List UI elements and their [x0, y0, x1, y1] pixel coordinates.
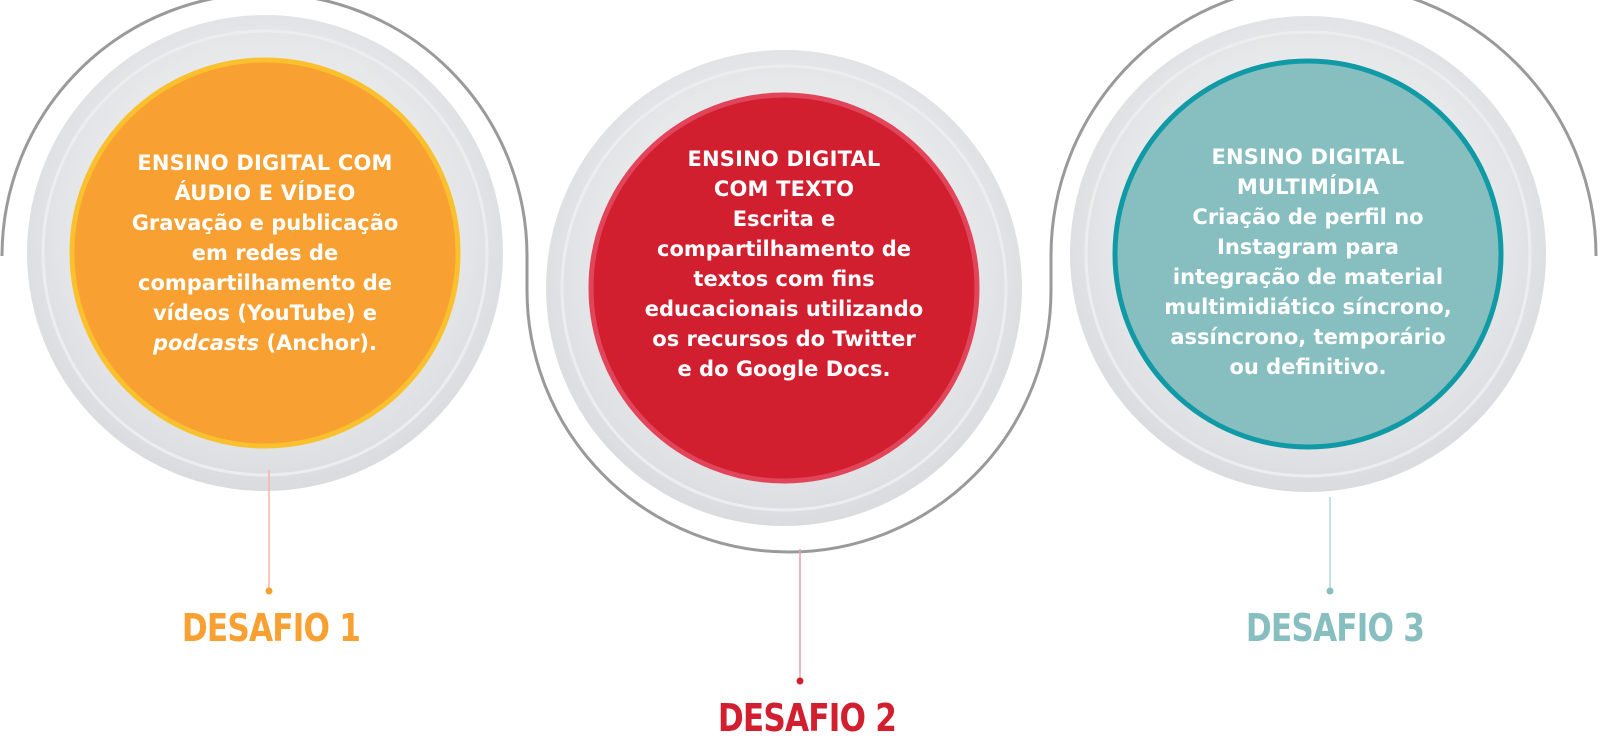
heading-line-2: MULTIMÍDIA	[1236, 175, 1380, 199]
body-line-last: podcasts (Anchor).	[153, 328, 377, 358]
body-line: assíncrono, temporário	[1170, 325, 1446, 349]
circle-text-desafio-2: ENSINO DIGITAL COM TEXTO Escrita e compa…	[614, 140, 954, 444]
body-line: Gravação e publicação	[131, 211, 399, 235]
body-line: textos com fins	[693, 267, 875, 291]
heading-line-1: ENSINO DIGITAL	[1211, 145, 1405, 169]
body-line: Instagram para	[1217, 235, 1399, 259]
body-line: em redes de	[191, 241, 339, 265]
label-desafio-3: DESAFIO 3	[1245, 606, 1425, 650]
body-line: integração de material	[1172, 265, 1444, 289]
anchor-text: (Anchor).	[259, 331, 378, 355]
connector-dot-2	[796, 677, 804, 685]
label-desafio-2: DESAFIO 2	[717, 696, 897, 740]
body-line: vídeos (YouTube) e	[152, 301, 378, 325]
heading-line-2: ÁUDIO E VÍDEO	[174, 181, 356, 205]
podcasts-italic: podcasts	[152, 331, 260, 355]
heading-line-2: COM TEXTO	[713, 177, 855, 201]
circle-text-desafio-3: ENSINO DIGITAL MULTIMÍDIA Criação de per…	[1138, 140, 1478, 442]
body-line: multimidiático síncrono,	[1164, 295, 1452, 319]
label-desafio-1: DESAFIO 1	[181, 606, 361, 650]
body-line: Criação de perfil no	[1192, 205, 1424, 229]
body-line: os recursos do Twitter	[652, 327, 916, 351]
body-line: ou definitivo.	[1229, 355, 1387, 379]
body-line: compartilhamento de	[138, 271, 392, 295]
heading-line-1: ENSINO DIGITAL COM	[137, 151, 393, 175]
body-line: Escrita e	[732, 207, 836, 231]
heading-line-1: ENSINO DIGITAL	[687, 147, 881, 171]
body-line: educacionais utilizando	[644, 297, 924, 321]
circle-text-desafio-1: ENSINO DIGITAL COM ÁUDIO E VÍDEO Gravaçã…	[95, 120, 435, 386]
body-line: compartilhamento de	[657, 237, 911, 261]
body-line: e do Google Docs.	[677, 357, 891, 381]
connector-dot-3	[1326, 587, 1334, 595]
connector-dot-1	[265, 587, 273, 595]
